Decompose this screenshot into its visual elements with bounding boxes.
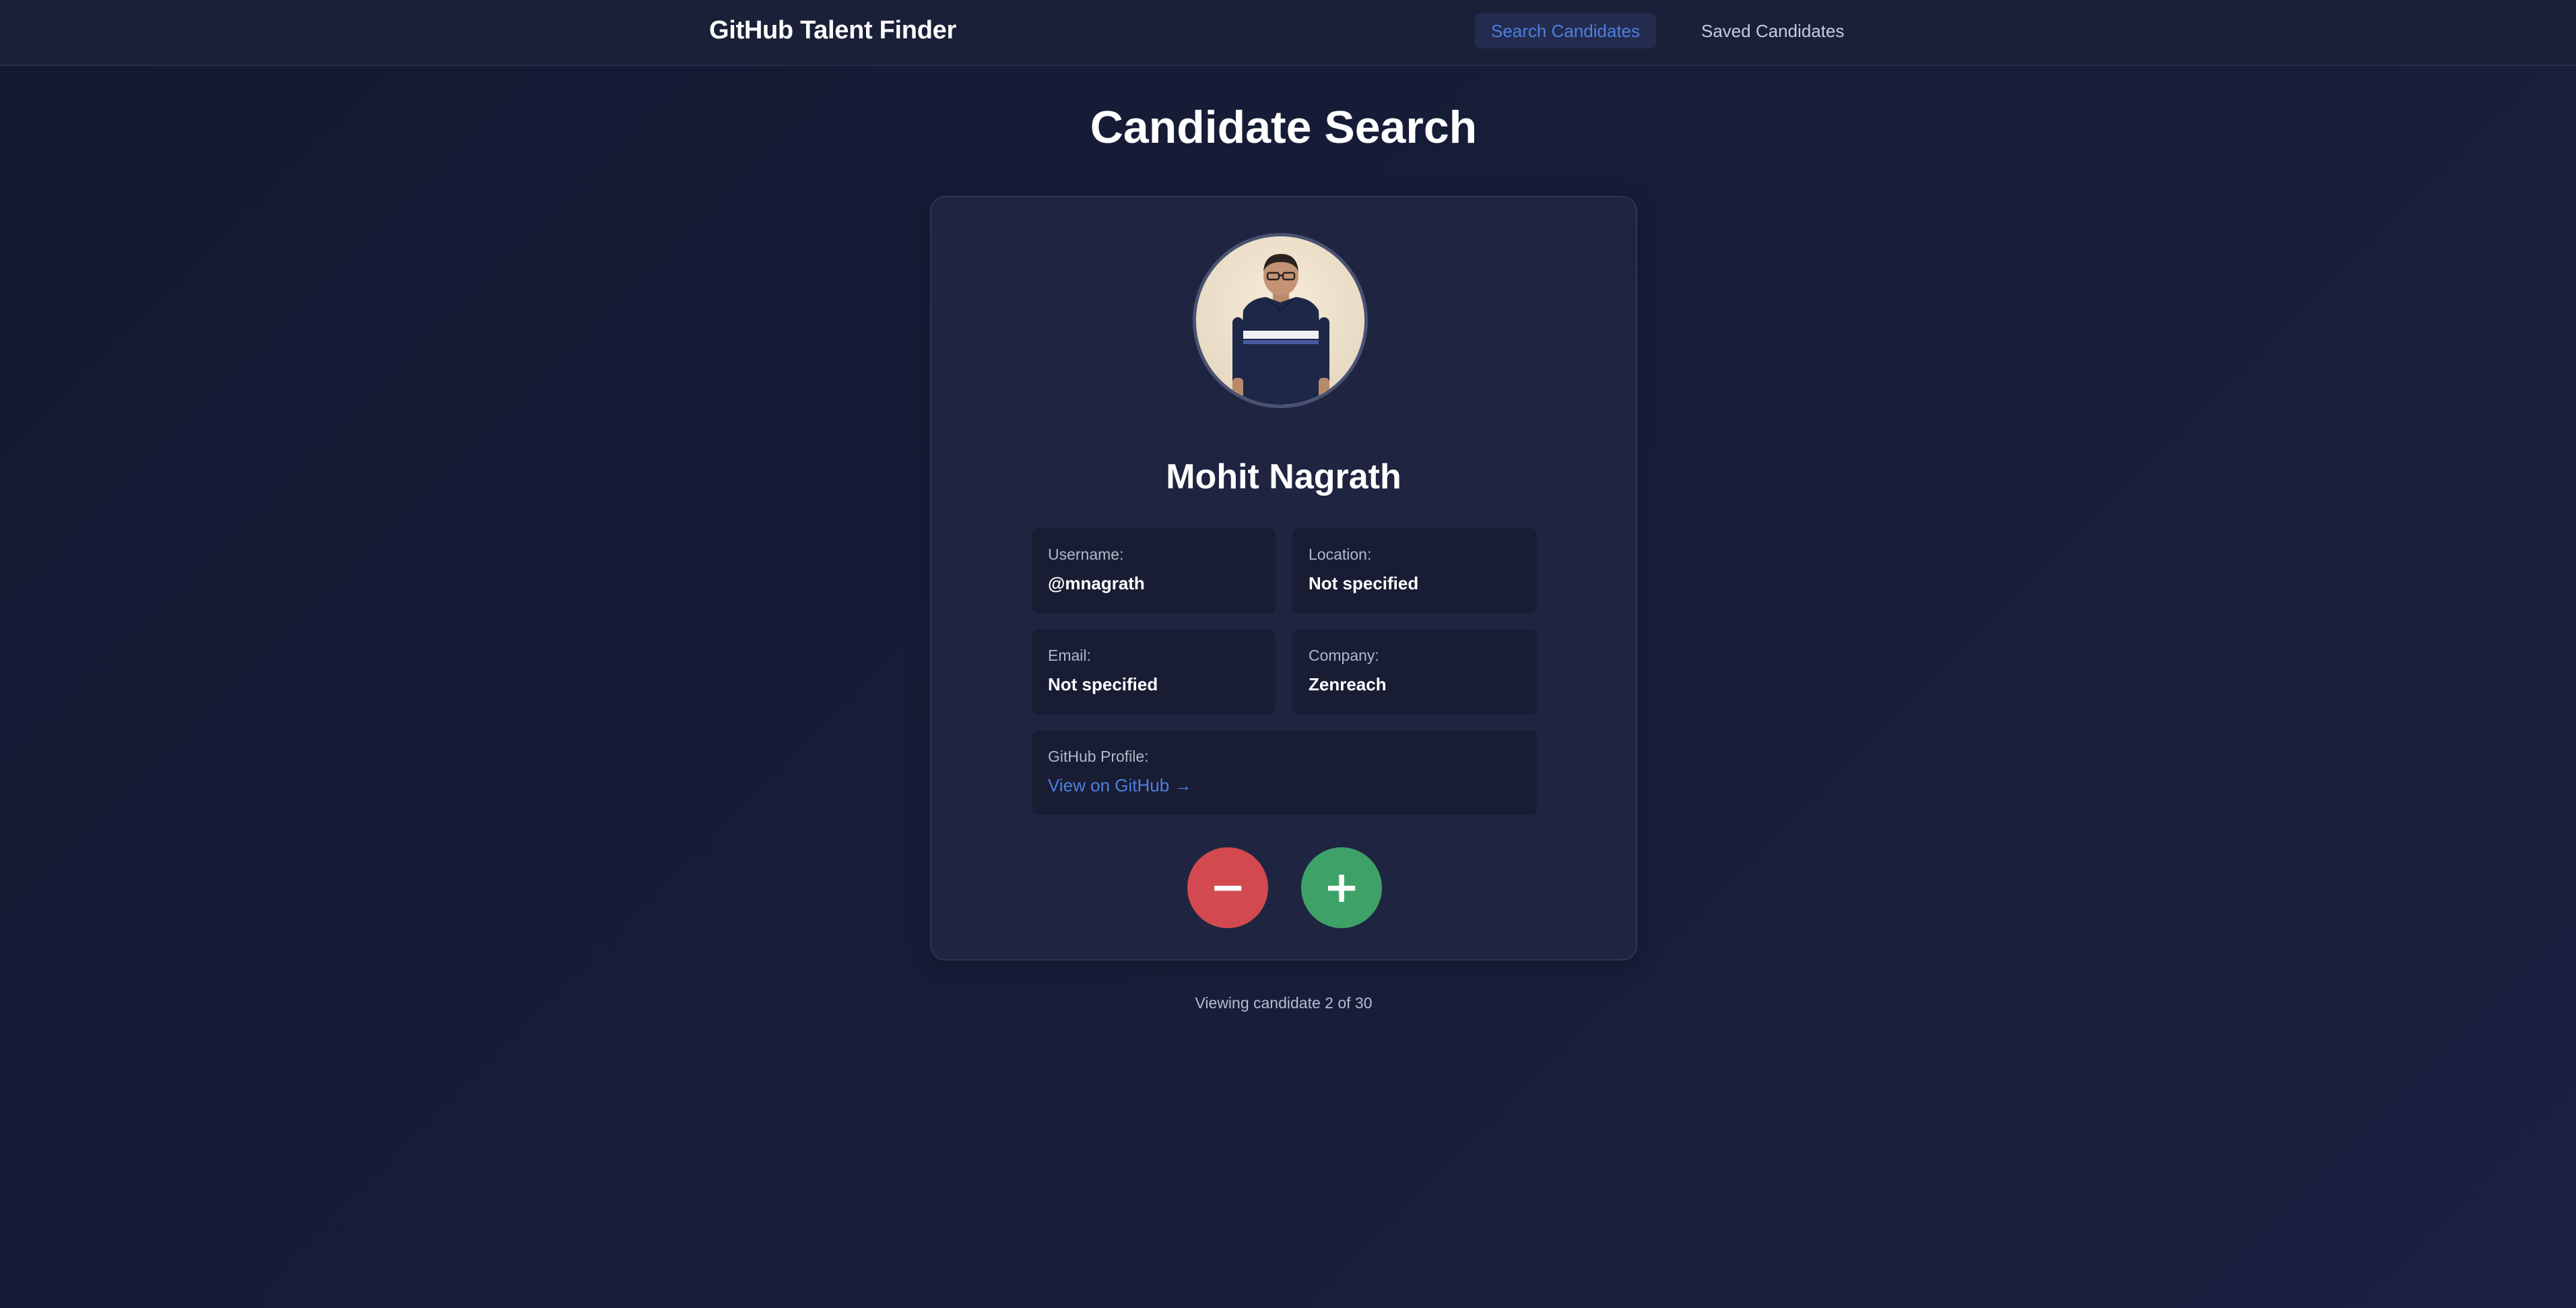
- username-label: Username:: [1048, 546, 1124, 563]
- location-value: Not specified: [1309, 573, 1419, 593]
- company-box: Company: Zenreach: [1292, 629, 1537, 715]
- page-title: Candidate Search: [1090, 102, 1478, 153]
- candidate-name: Mohit Nagrath: [1166, 457, 1401, 496]
- company-label: Company:: [1309, 647, 1379, 664]
- app-brand[interactable]: GitHub Talent Finder: [709, 16, 956, 45]
- candidate-card: Mohit Nagrath Username: @mnagrath Locati…: [930, 196, 1637, 960]
- email-label: Email:: [1048, 647, 1091, 664]
- reject-button[interactable]: −: [1187, 847, 1268, 928]
- company-value: Zenreach: [1309, 674, 1387, 694]
- username-value: @mnagrath: [1048, 573, 1145, 593]
- github-profile-label: GitHub Profile:: [1048, 748, 1149, 765]
- location-label: Location:: [1309, 546, 1372, 563]
- email-box: Email: Not specified: [1032, 629, 1276, 715]
- nav-saved-candidates[interactable]: Saved Candidates: [1685, 13, 1860, 48]
- avatar-photo: [1196, 236, 1364, 405]
- nav-search-candidates[interactable]: Search Candidates: [1475, 13, 1657, 48]
- github-profile-link[interactable]: View on GitHub →: [1048, 775, 1191, 796]
- top-navbar: GitHub Talent Finder Search Candidates S…: [0, 0, 2576, 66]
- avatar: [1193, 233, 1368, 408]
- plus-icon: +: [1323, 863, 1360, 913]
- accept-button[interactable]: +: [1301, 847, 1382, 928]
- location-box: Location: Not specified: [1292, 528, 1537, 614]
- username-box: Username: @mnagrath: [1032, 528, 1276, 614]
- email-value: Not specified: [1048, 674, 1158, 694]
- minus-icon: −: [1210, 863, 1246, 913]
- candidate-counter: Viewing candidate 2 of 30: [1195, 994, 1373, 1012]
- github-profile-box: GitHub Profile: View on GitHub →: [1032, 730, 1537, 815]
